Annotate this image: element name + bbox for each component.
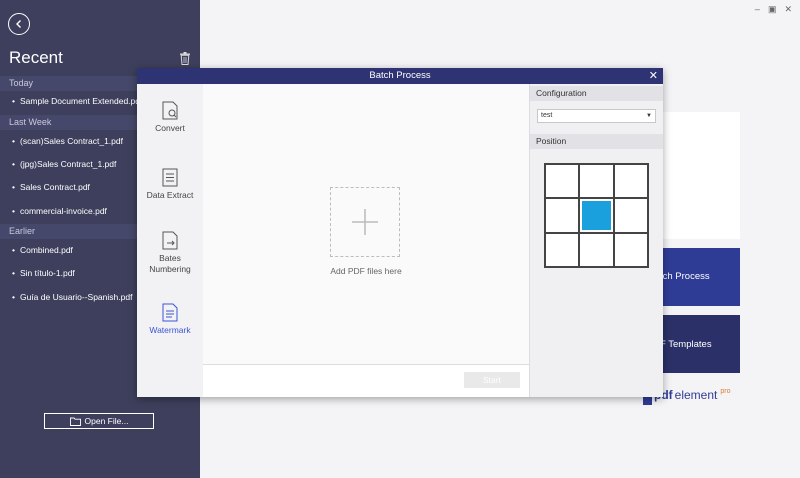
file-drop-area[interactable]: Add PDF files here [203, 84, 529, 364]
add-files-box[interactable] [330, 187, 400, 257]
position-middle-left[interactable] [545, 198, 580, 233]
position-top-right[interactable] [613, 164, 648, 199]
configuration-panel: Configuration test ▼ Position [529, 84, 663, 397]
configuration-select[interactable]: test ▼ [537, 109, 656, 123]
nav-data-extract-label: Data Extract [146, 190, 194, 200]
trash-icon[interactable] [179, 52, 191, 65]
dialog-title: Batch Process [369, 70, 431, 81]
dialog-footer: Start [203, 364, 529, 397]
recent-file-item[interactable]: Sin título-1.pdf [12, 268, 75, 278]
configuration-heading: Configuration [530, 86, 663, 101]
caret-down-icon: ▼ [646, 113, 652, 119]
nav-bates-numbering-label: Bates Numbering [149, 253, 191, 274]
folder-icon [69, 417, 81, 426]
position-bottom-left[interactable] [545, 232, 580, 267]
position-top-center[interactable] [579, 164, 614, 199]
recent-file-item[interactable]: Combined.pdf [12, 245, 73, 255]
open-file-button[interactable]: Open File... [44, 413, 154, 429]
batch-nav: Convert Data Extract Bates Numbering Wat… [137, 84, 204, 397]
nav-convert[interactable]: Convert [137, 101, 203, 133]
recent-file-item[interactable]: (jpg)Sales Contract_1.pdf [12, 159, 116, 169]
position-grid [544, 163, 649, 268]
recent-title: Recent [9, 48, 63, 67]
position-center[interactable] [579, 198, 614, 233]
position-heading: Position [530, 134, 663, 149]
nav-convert-label: Convert [155, 123, 185, 133]
pdf-templates-card-label: F Templates [660, 339, 712, 350]
recent-file-item[interactable]: Sample Document Extended.pdf [12, 96, 142, 106]
recent-file-item[interactable]: Sales Contract.pdf [12, 182, 90, 192]
logo-pro-text: pro [720, 388, 731, 395]
dialog-titlebar: Batch Process ✕ [137, 68, 663, 84]
nav-watermark[interactable]: Watermark [137, 303, 203, 335]
maximize-icon[interactable]: ▣ [768, 4, 777, 15]
plus-icon [352, 209, 378, 235]
open-file-label: Open File... [84, 416, 129, 426]
batch-process-card-label: tch Process [660, 271, 710, 282]
chevron-left-icon [16, 20, 21, 28]
position-bottom-center[interactable] [579, 232, 614, 267]
start-button[interactable]: Start [464, 372, 520, 388]
window-controls: – ▣ ✕ [755, 4, 792, 15]
position-bottom-right[interactable] [613, 232, 648, 267]
position-middle-right[interactable] [613, 198, 648, 233]
position-top-left[interactable] [545, 164, 580, 199]
recent-file-item[interactable]: Guía de Usuario--Spanish.pdf [12, 292, 132, 302]
watermark-icon [162, 303, 178, 322]
recent-file-item[interactable]: (scan)Sales Contract_1.pdf [12, 136, 123, 146]
convert-icon [162, 101, 178, 120]
close-window-icon[interactable]: ✕ [784, 4, 792, 15]
nav-data-extract[interactable]: Data Extract [137, 168, 203, 200]
add-files-label: Add PDF files here [330, 266, 402, 276]
logo-element-text: element [674, 388, 718, 402]
data-extract-icon [162, 168, 178, 187]
recent-file-item[interactable]: commercial-invoice.pdf [12, 206, 107, 216]
bates-numbering-icon [162, 231, 178, 250]
back-button[interactable] [8, 13, 30, 35]
batch-process-dialog: Batch Process ✕ Convert Data Extract Bat… [137, 68, 663, 397]
configuration-value: test [541, 112, 553, 119]
close-icon[interactable]: ✕ [649, 68, 658, 84]
minimize-icon[interactable]: – [755, 4, 760, 15]
nav-watermark-label: Watermark [149, 325, 191, 335]
nav-bates-numbering[interactable]: Bates Numbering [137, 231, 203, 275]
